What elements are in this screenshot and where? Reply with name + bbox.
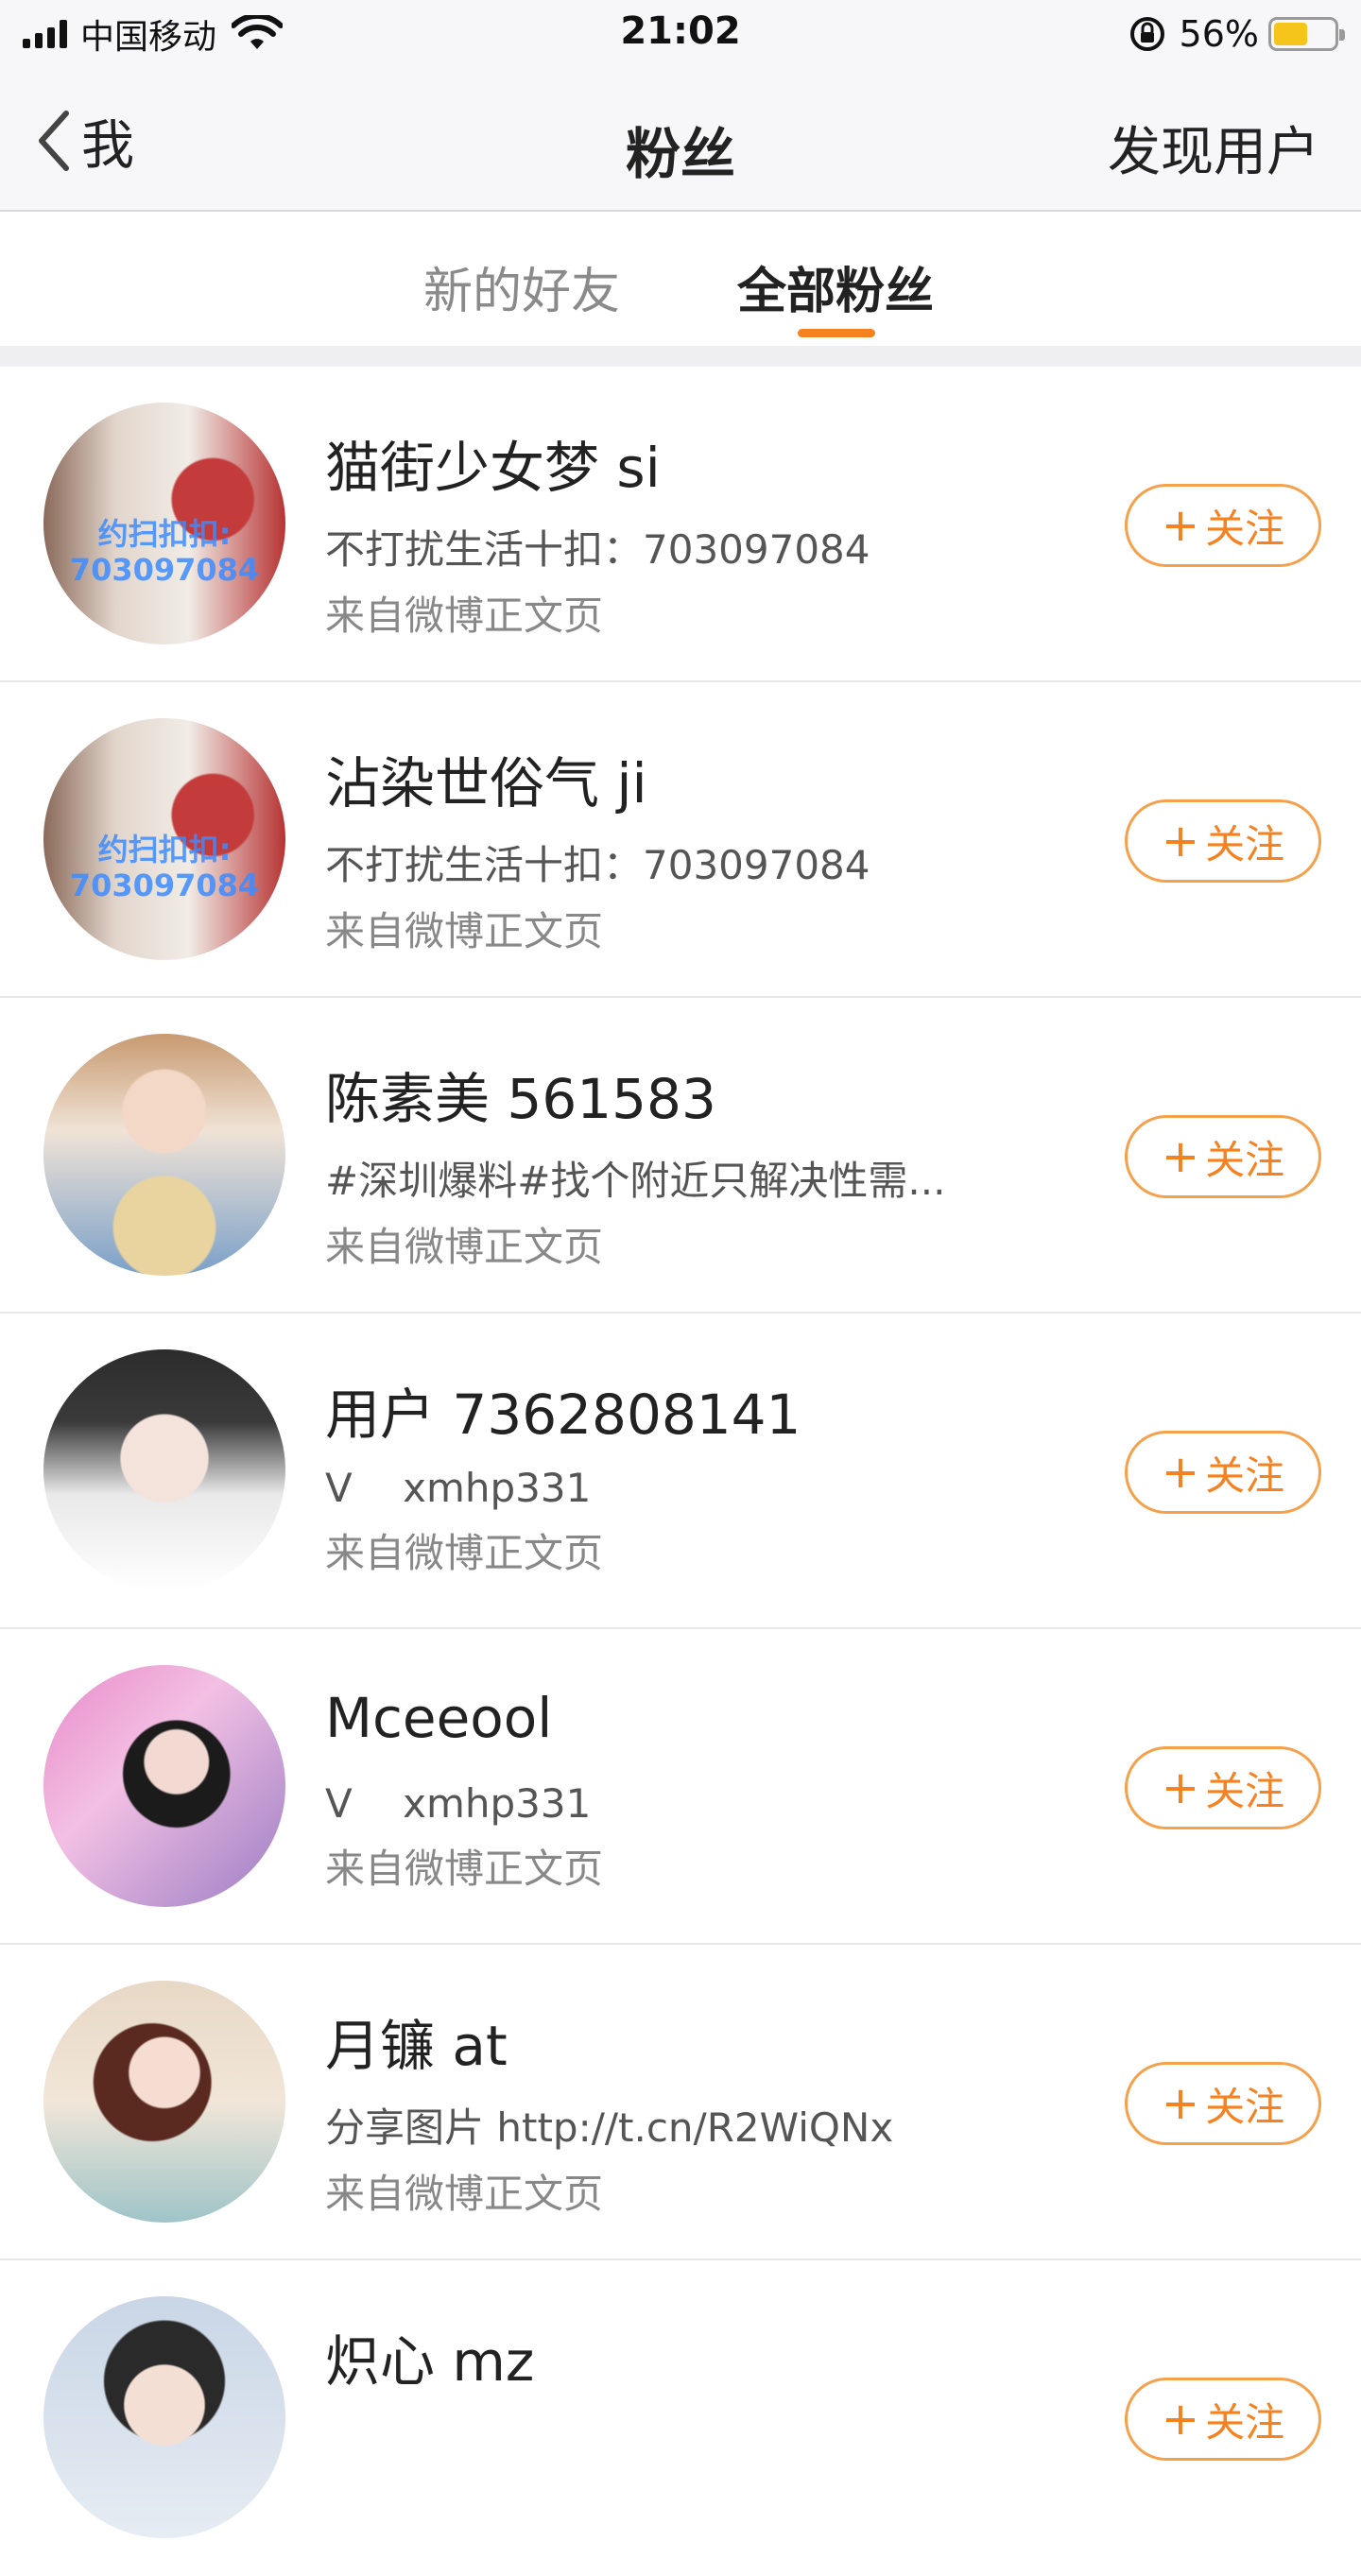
follow-button[interactable]: + 关注 xyxy=(1125,484,1321,567)
plus-icon: + xyxy=(1161,1130,1200,1183)
follow-source: 来自微博正文页 xyxy=(325,592,604,639)
follow-label: 关注 xyxy=(1205,1451,1285,1499)
user-description: 分享图片 http://t.cn/R2WiQNx xyxy=(325,2104,894,2151)
user-description: #深圳爆料#找个附近只解决性需... xyxy=(325,1158,946,1204)
user-name[interactable]: 猫街少女梦 si xyxy=(325,423,661,503)
avatar[interactable]: 约扫扣扣: 703097084 xyxy=(43,718,285,960)
list-item[interactable]: 用户 7362808141 V xmhp331 来自微博正文页 + 关注 xyxy=(0,1314,1361,1629)
discover-users-button[interactable]: 发现用户 xyxy=(1108,110,1319,186)
avatar-watermark: 约扫扣扣: 703097084 xyxy=(69,516,260,588)
status-right: 56% xyxy=(1128,11,1345,57)
battery-percent: 56% xyxy=(1179,13,1259,55)
plus-icon: + xyxy=(1161,2393,1200,2446)
user-name[interactable]: 用户 7362808141 xyxy=(325,1370,801,1450)
tab-bar: 新的好友 全部粉丝 xyxy=(0,212,1361,346)
follow-label: 关注 xyxy=(1205,2398,1285,2446)
user-description: V xmhp331 xyxy=(325,1780,592,1827)
tab-all-fans[interactable]: 全部粉丝 xyxy=(737,251,934,322)
list-item[interactable]: 约扫扣扣: 703097084 猫街少女梦 si 不打扰生活十扣：7030970… xyxy=(0,367,1361,682)
avatar[interactable] xyxy=(43,1665,285,1907)
follow-button[interactable]: + 关注 xyxy=(1125,1115,1321,1198)
follow-label: 关注 xyxy=(1205,1136,1285,1183)
user-description: 不打扰生活十扣：703097084 xyxy=(325,842,870,888)
plus-icon: + xyxy=(1161,1761,1200,1814)
fans-list: 约扫扣扣: 703097084 猫街少女梦 si 不打扰生活十扣：7030970… xyxy=(0,367,1361,2576)
navigation-bar: 我 粉丝 发现用户 xyxy=(0,68,1361,212)
user-name[interactable]: 陈素美 561583 xyxy=(325,1055,716,1134)
plus-icon: + xyxy=(1161,1446,1200,1499)
avatar[interactable] xyxy=(43,2296,285,2538)
follow-source: 来自微博正文页 xyxy=(325,1530,604,1576)
section-divider xyxy=(0,346,1361,367)
avatar[interactable] xyxy=(43,1349,285,1591)
plus-icon: + xyxy=(1161,499,1200,552)
follow-label: 关注 xyxy=(1205,1767,1285,1814)
avatar[interactable]: 约扫扣扣: 703097084 xyxy=(43,403,285,644)
user-name[interactable]: 炽心 mz xyxy=(325,2317,534,2396)
plus-icon: + xyxy=(1161,815,1200,867)
follow-label: 关注 xyxy=(1205,2083,1285,2130)
plus-icon: + xyxy=(1161,2077,1200,2130)
battery-level-fill xyxy=(1274,23,1307,45)
status-bar: 中国移动 21:02 56% xyxy=(0,0,1361,68)
back-button[interactable]: 我 xyxy=(34,108,134,177)
follow-source: 来自微博正文页 xyxy=(325,2171,604,2217)
user-description: V xmhp331 xyxy=(325,1465,592,1511)
back-label: 我 xyxy=(81,114,134,177)
user-name[interactable]: 月镰 at xyxy=(325,2001,508,2081)
follow-button[interactable]: + 关注 xyxy=(1125,1746,1321,1829)
avatar[interactable] xyxy=(43,1034,285,1276)
user-description: 不打扰生活十扣：703097084 xyxy=(325,526,870,573)
follow-label: 关注 xyxy=(1205,820,1285,867)
follow-label: 关注 xyxy=(1205,505,1285,552)
chevron-left-icon xyxy=(39,111,69,171)
follow-button[interactable]: + 关注 xyxy=(1125,799,1321,883)
active-tab-indicator xyxy=(798,329,875,337)
follow-button[interactable]: + 关注 xyxy=(1125,2378,1321,2461)
user-name[interactable]: Mceeool xyxy=(325,1686,552,1750)
list-item[interactable]: 炽心 mz + 关注 xyxy=(0,2260,1361,2576)
list-item[interactable]: Mceeool V xmhp331 来自微博正文页 + 关注 xyxy=(0,1629,1361,1945)
avatar[interactable] xyxy=(43,1981,285,2223)
list-item[interactable]: 陈素美 561583 #深圳爆料#找个附近只解决性需... 来自微博正文页 + … xyxy=(0,998,1361,1314)
follow-source: 来自微博正文页 xyxy=(325,1846,604,1892)
follow-button[interactable]: + 关注 xyxy=(1125,2062,1321,2145)
avatar-watermark: 约扫扣扣: 703097084 xyxy=(69,832,260,903)
list-item[interactable]: 月镰 at 分享图片 http://t.cn/R2WiQNx 来自微博正文页 +… xyxy=(0,1945,1361,2260)
follow-source: 来自微博正文页 xyxy=(325,908,604,954)
tab-new-friends[interactable]: 新的好友 xyxy=(423,251,620,322)
battery-icon xyxy=(1268,17,1345,51)
user-name[interactable]: 沾染世俗气 ji xyxy=(325,739,647,818)
list-item[interactable]: 约扫扣扣: 703097084 沾染世俗气 ji 不打扰生活十扣：7030970… xyxy=(0,682,1361,998)
follow-button[interactable]: + 关注 xyxy=(1125,1431,1321,1514)
follow-source: 来自微博正文页 xyxy=(325,1224,604,1270)
orientation-lock-icon xyxy=(1129,17,1164,51)
